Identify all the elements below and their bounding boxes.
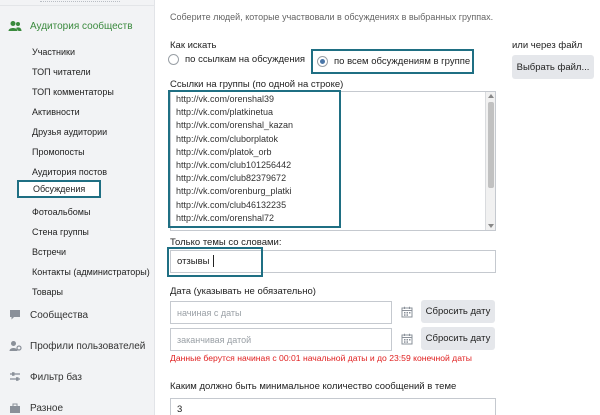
sidebar-section-base-filter[interactable]: Фильтр баз bbox=[0, 362, 155, 392]
date-warning: Данные берутся начиная с 00:01 начальной… bbox=[170, 353, 472, 363]
calendar-icon[interactable] bbox=[401, 333, 413, 345]
date-label: Дата (указывать не обязательно) bbox=[170, 286, 316, 297]
briefcase-icon bbox=[8, 401, 22, 415]
sidebar-section-label: Аудитория сообществ bbox=[30, 20, 133, 32]
sidebar-item-photo-albums[interactable]: Фотоальбомы bbox=[32, 207, 90, 217]
min-messages-input[interactable]: 3 bbox=[170, 398, 496, 415]
radio-by-links[interactable]: по ссылкам на обсуждения bbox=[168, 54, 305, 65]
sidebar-item-top-commenters[interactable]: ТОП комментаторы bbox=[32, 87, 114, 97]
link-line: http://vk.com/platok_orb bbox=[176, 146, 272, 157]
how-label: Как искать bbox=[170, 40, 217, 51]
date-end-input[interactable]: заканчивая датой bbox=[170, 328, 392, 351]
scroll-down-arrow-icon[interactable] bbox=[488, 224, 494, 228]
radio-all-discussions-circle[interactable] bbox=[317, 56, 328, 67]
link-line: http://vk.com/orenshal72 bbox=[176, 212, 275, 223]
users-icon bbox=[8, 19, 22, 33]
sidebar-item-top-readers[interactable]: ТОП читатели bbox=[32, 67, 91, 77]
choose-file-button[interactable]: Выбрать файл... bbox=[512, 55, 594, 79]
sidebar-section-label: Сообщества bbox=[30, 309, 89, 321]
chat-icon bbox=[8, 308, 22, 322]
link-line: http://vk.com/club46132235 bbox=[176, 199, 287, 210]
sidebar-section-label: Фильтр баз bbox=[30, 371, 82, 383]
sidebar-item-members[interactable]: Участники bbox=[32, 47, 75, 57]
link-line: http://vk.com/platkinetua bbox=[176, 107, 274, 118]
sidebar-section-audience[interactable]: Аудитория сообществ bbox=[0, 11, 155, 41]
sidebar-item-audience-friends[interactable]: Друзья аудитории bbox=[32, 127, 107, 137]
sidebar: Аудитория сообществ Участники ТОП читате… bbox=[0, 0, 155, 415]
links-label: Ссылки на группы (по одной на строке) bbox=[170, 79, 344, 90]
main-panel: Соберите людей, которые участвовали в об… bbox=[155, 0, 600, 415]
min-messages-label: Каким должно быть минимальное количество… bbox=[170, 381, 457, 392]
filter-sliders-icon bbox=[8, 370, 22, 384]
sidebar-item-group-wall[interactable]: Стена группы bbox=[32, 227, 89, 237]
reset-start-date-button[interactable]: Сбросить дату bbox=[421, 300, 495, 323]
scroll-thumb[interactable] bbox=[488, 102, 494, 188]
link-line: http://vk.com/club101256442 bbox=[176, 160, 292, 171]
sidebar-item-post-audience[interactable]: Аудитория постов bbox=[32, 167, 107, 177]
scroll-up-arrow-icon[interactable] bbox=[488, 94, 494, 98]
sidebar-section-label: Разное bbox=[30, 402, 64, 414]
date-start-input[interactable]: начиная с даты bbox=[170, 301, 392, 324]
sidebar-item-activities[interactable]: Активности bbox=[32, 107, 80, 117]
text-caret bbox=[213, 255, 214, 267]
radio-all-discussions-label: по всем обсуждениям в группе bbox=[334, 56, 471, 67]
link-line: http://vk.com/orenshal_kazan bbox=[176, 120, 294, 131]
radio-by-links-circle[interactable] bbox=[168, 54, 179, 65]
sidebar-section-communities[interactable]: Сообщества bbox=[0, 300, 155, 330]
link-line: http://vk.com/club82379672 bbox=[176, 173, 287, 184]
sidebar-section-label: Профили пользователей bbox=[30, 340, 146, 352]
sidebar-item-meetings[interactable]: Встречи bbox=[32, 247, 66, 257]
sidebar-section-misc[interactable]: Разное bbox=[0, 393, 155, 415]
link-line: http://vk.com/orenburg_platki bbox=[176, 186, 292, 197]
page-hint: Соберите людей, которые участвовали в об… bbox=[170, 12, 494, 22]
sidebar-item-discussions[interactable]: Обсуждения bbox=[17, 180, 102, 198]
links-scrollbar[interactable] bbox=[485, 92, 495, 230]
sidebar-item-goods[interactable]: Товары bbox=[32, 287, 63, 297]
calendar-icon[interactable] bbox=[401, 306, 413, 318]
link-line: http://vk.com/cluborplatok bbox=[176, 133, 279, 144]
keywords-value: отзывы bbox=[177, 256, 210, 267]
link-line: http://vk.com/orenshal39 bbox=[176, 94, 275, 104]
radio-all-discussions[interactable]: по всем обсуждениям в группе bbox=[311, 49, 474, 74]
sidebar-top-divider bbox=[0, 0, 155, 6]
sidebar-item-promoposts[interactable]: Промопосты bbox=[32, 147, 85, 157]
file-label: или через файл bbox=[512, 40, 583, 51]
radio-by-links-label: по ссылкам на обсуждения bbox=[185, 54, 306, 65]
sidebar-item-contacts[interactable]: Контакты (администраторы) bbox=[32, 267, 150, 277]
user-search-icon bbox=[8, 339, 22, 353]
links-list: http://vk.com/orenshal39 http://vk.com/p… bbox=[176, 93, 293, 225]
reset-end-date-button[interactable]: Сбросить дату bbox=[421, 327, 495, 350]
sidebar-section-user-profiles[interactable]: Профили пользователей bbox=[0, 331, 155, 361]
